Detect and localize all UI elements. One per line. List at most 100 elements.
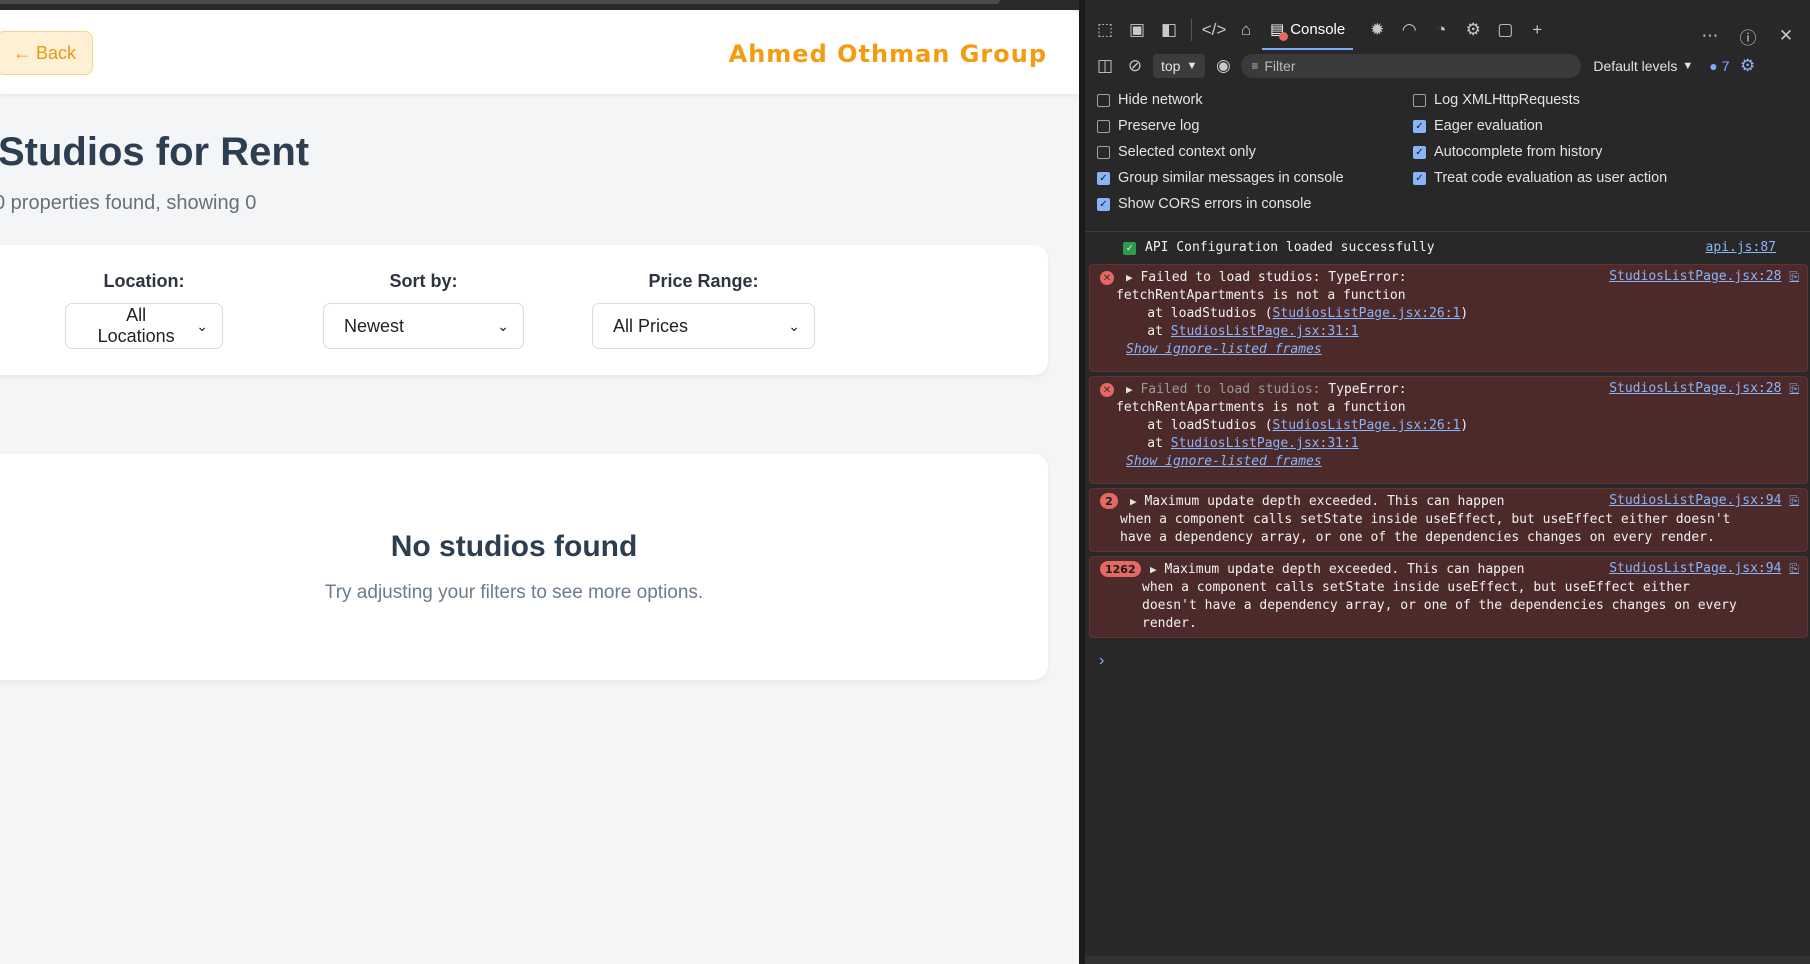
setting-selected-context[interactable]: Selected context only <box>1097 144 1256 160</box>
stack-suffix: ) <box>1460 306 1469 321</box>
context-value: top <box>1161 58 1181 74</box>
error-dot-icon <box>1279 32 1289 41</box>
tab-console[interactable]: ▤ Console <box>1262 10 1354 50</box>
results-count: 0 properties found, showing 0 <box>0 192 257 214</box>
console-messages: ✓ API Configuration loaded successfully … <box>1085 236 1810 642</box>
stack-suffix: ) <box>1460 418 1469 433</box>
performance-gauge-icon[interactable]: ◔ <box>1425 14 1457 46</box>
source-link[interactable]: StudiosListPage.jsx:28 ⎘ <box>1609 381 1799 396</box>
console-settings-gear-icon[interactable]: ⚙ <box>1736 50 1760 82</box>
empty-state-message: Try adjusting your filters to see more o… <box>324 582 704 603</box>
error-line: doesn't have a dependency array, or one … <box>1142 598 1737 613</box>
source-link-text: api.js:87 <box>1705 240 1776 255</box>
back-button[interactable]: ← Back <box>0 31 93 75</box>
ai-explain-icon[interactable]: ⎘ <box>1789 493 1799 508</box>
inspect-element-icon[interactable]: ⬚ <box>1089 14 1121 46</box>
brand-logo-text[interactable]: Ahmed Othman Group <box>729 40 1047 68</box>
application-panel-icon[interactable]: ▢ <box>1489 14 1521 46</box>
setting-autocomplete[interactable]: ✓ Autocomplete from history <box>1413 144 1602 160</box>
setting-label: Show CORS errors in console <box>1118 196 1312 212</box>
chevron-down-icon: ⌄ <box>196 317 208 334</box>
setting-group-similar[interactable]: ✓ Group similar messages in console <box>1097 170 1344 186</box>
expand-triangle-icon[interactable]: ▶ <box>1126 383 1133 396</box>
checkbox-selected-context[interactable] <box>1097 145 1110 159</box>
scrollbar-horizontal[interactable] <box>0 0 1000 4</box>
show-ignore-listed-frames-link[interactable]: Show ignore-listed frames <box>1126 454 1322 469</box>
setting-hide-network[interactable]: Hide network <box>1097 92 1203 108</box>
source-link[interactable]: StudiosListPage.jsx:94 ⎘ <box>1609 493 1799 508</box>
sort-select[interactable]: Newest ⌄ <box>323 303 524 349</box>
error-line: fetchRentApartments is not a function <box>1116 288 1406 303</box>
setting-label: Group similar messages in console <box>1118 170 1344 186</box>
log-levels-value: Default levels <box>1593 58 1678 74</box>
stack-link[interactable]: StudiosListPage.jsx:31:1 <box>1171 436 1359 451</box>
setting-treat-code-eval[interactable]: ✓ Treat code evaluation as user action <box>1413 170 1667 186</box>
source-link[interactable]: StudiosListPage.jsx:94 ⎘ <box>1609 561 1799 576</box>
empty-state: No studios found Try adjusting your filt… <box>0 454 1048 680</box>
source-link[interactable]: api.js:87 <box>1706 240 1796 255</box>
more-tabs-plus-icon[interactable]: + <box>1521 14 1553 46</box>
console-toolbar: ◫ ⊘ top ▼ ◉ ≡ Filter Default levels ▼ ● … <box>1085 50 1810 82</box>
setting-label: Hide network <box>1118 92 1203 108</box>
expand-triangle-icon[interactable]: ▶ <box>1130 495 1137 508</box>
source-link[interactable]: StudiosListPage.jsx:28 ⎘ <box>1609 269 1799 284</box>
source-link-text: StudiosListPage.jsx:28 <box>1609 269 1782 284</box>
ai-explain-icon[interactable]: ⎘ <box>1789 381 1799 396</box>
error-line: when a component calls setState inside u… <box>1120 512 1731 527</box>
checkbox-treat-code-eval[interactable]: ✓ <box>1413 171 1426 185</box>
console-prompt-chevron-icon[interactable]: › <box>1099 652 1104 670</box>
sources-bug-icon[interactable]: ✹ <box>1361 14 1393 46</box>
console-info-message: ✓ API Configuration loaded successfully … <box>1085 236 1804 262</box>
app-page: ← Back Ahmed Othman Group Studios for Re… <box>0 0 1079 964</box>
checkbox-hide-network[interactable] <box>1097 93 1110 107</box>
expand-triangle-icon[interactable]: ▶ <box>1126 271 1133 284</box>
checkbox-group-similar[interactable]: ✓ <box>1097 171 1110 185</box>
device-toolbar-icon[interactable]: ▣ <box>1121 14 1153 46</box>
price-select[interactable]: All Prices ⌄ <box>592 303 815 349</box>
location-select[interactable]: All Locations ⌄ <box>65 303 223 349</box>
memory-chip-icon[interactable]: ⚙ <box>1457 14 1489 46</box>
show-ignore-listed-frames-link[interactable]: Show ignore-listed frames <box>1126 342 1322 357</box>
checkbox-preserve-log[interactable] <box>1097 119 1110 133</box>
checkbox-log-xhr[interactable] <box>1413 93 1426 107</box>
stack-link[interactable]: StudiosListPage.jsx:31:1 <box>1171 324 1359 339</box>
checkbox-eager-evaluation[interactable]: ✓ <box>1413 119 1426 133</box>
error-line-dim: Failed to load studios: <box>1140 382 1329 397</box>
stack-link[interactable]: StudiosListPage.jsx:26:1 <box>1273 418 1461 433</box>
sidebar-toggle-icon[interactable]: ◫ <box>1093 50 1117 82</box>
price-value: All Prices <box>613 315 689 336</box>
console-filter-input[interactable]: ≡ Filter <box>1241 54 1582 78</box>
setting-log-xhr[interactable]: Log XMLHttpRequests <box>1413 92 1580 108</box>
ai-explain-icon[interactable]: ⎘ <box>1789 269 1799 284</box>
close-icon[interactable]: ✕ <box>1770 20 1802 52</box>
network-wifi-icon[interactable]: ◠ <box>1393 14 1425 46</box>
context-select[interactable]: top ▼ <box>1153 54 1206 78</box>
log-levels-select[interactable]: Default levels ▼ <box>1593 58 1693 74</box>
welcome-home-icon[interactable]: ⌂ <box>1230 14 1262 46</box>
ai-explain-icon[interactable]: ⎘ <box>1789 561 1799 576</box>
checkbox-autocomplete[interactable]: ✓ <box>1413 145 1426 159</box>
setting-label: Autocomplete from history <box>1434 144 1603 160</box>
setting-preserve-log[interactable]: Preserve log <box>1097 118 1199 134</box>
clear-console-icon[interactable]: ⊘ <box>1123 50 1147 82</box>
error-line: TypeError: <box>1328 382 1407 397</box>
setting-label: Preserve log <box>1118 118 1200 134</box>
help-icon[interactable]: ⓘ <box>1732 20 1764 52</box>
issues-counter[interactable]: ● 7 <box>1709 58 1729 74</box>
tab-console-label: Console <box>1290 20 1346 38</box>
setting-eager-evaluation[interactable]: ✓ Eager evaluation <box>1413 118 1543 134</box>
chevron-down-icon: ⌄ <box>497 317 509 334</box>
filter-icon: ≡ <box>1251 59 1259 73</box>
checkbox-cors-errors[interactable]: ✓ <box>1097 197 1110 211</box>
setting-cors-errors[interactable]: ✓ Show CORS errors in console <box>1097 196 1311 212</box>
error-icon: ✕ <box>1100 383 1114 397</box>
issues-chat-icon: ● <box>1709 58 1718 74</box>
live-expression-eye-icon[interactable]: ◉ <box>1211 50 1235 82</box>
error-line: render. <box>1142 616 1197 631</box>
dock-side-icon[interactable]: ◧ <box>1153 14 1185 46</box>
more-options-icon[interactable]: ⋯ <box>1694 20 1726 52</box>
expand-triangle-icon[interactable]: ▶ <box>1150 563 1157 576</box>
stack-link[interactable]: StudiosListPage.jsx:26:1 <box>1273 306 1461 321</box>
console-error-message: ✕ StudiosListPage.jsx:28 ⎘ ▶ Failed to lo… <box>1089 264 1808 372</box>
elements-tab-icon[interactable]: </> <box>1198 14 1230 46</box>
